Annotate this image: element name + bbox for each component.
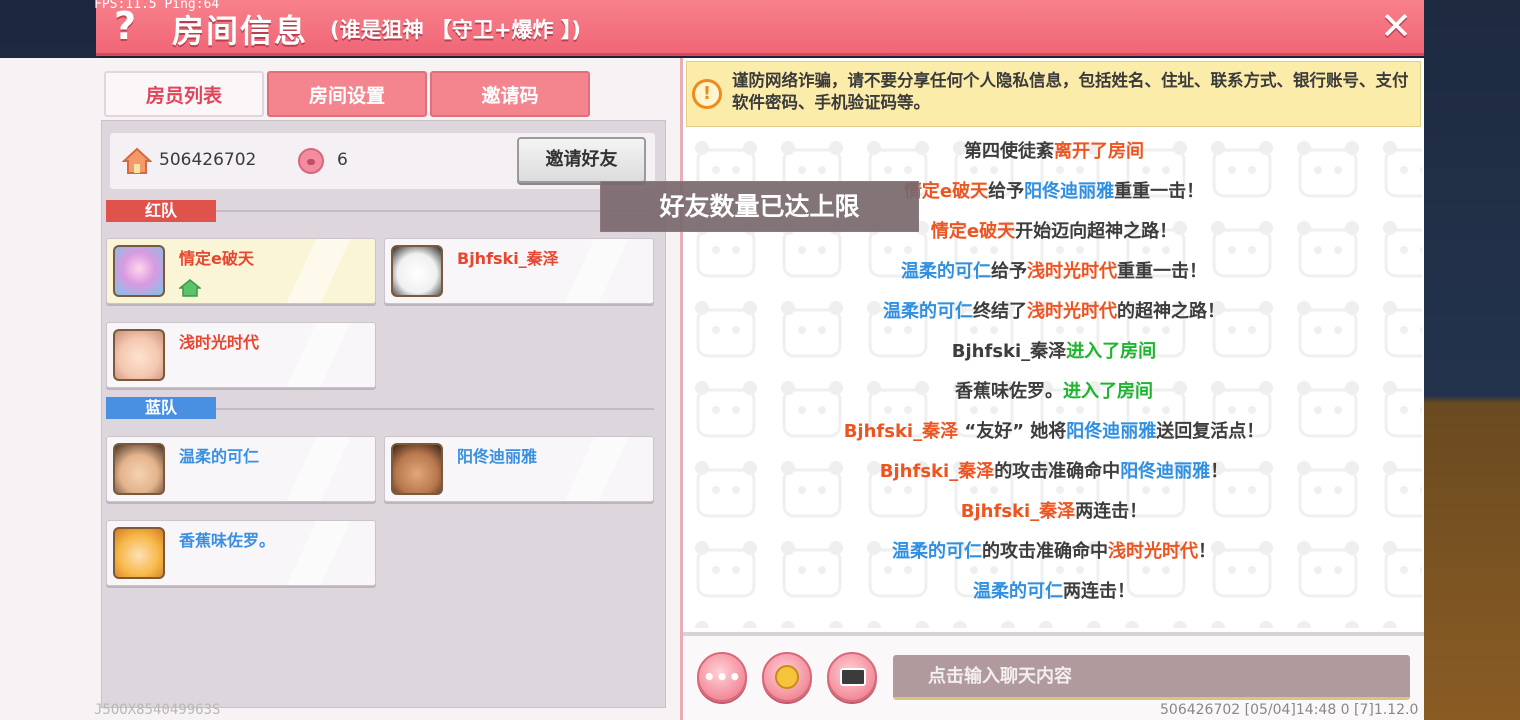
chat-message-segment: 情定e破天 xyxy=(930,221,1016,242)
chat-message-segment: 阳佟迪丽雅 xyxy=(1120,461,1211,482)
tab-invite-code[interactable]: 邀请码 xyxy=(430,71,590,117)
player-card[interactable]: 阳佟迪丽雅 xyxy=(384,436,654,502)
chat-message-segment: 进入了房间 xyxy=(1063,381,1153,402)
chat-message-segment: 温柔的可仁 xyxy=(883,301,973,322)
emoji-icon xyxy=(775,665,799,689)
warning-icon: ! xyxy=(692,79,722,109)
avatar xyxy=(391,245,443,297)
player-name: 阳佟迪丽雅 xyxy=(457,447,538,466)
player-card[interactable]: 情定e破天 xyxy=(106,238,376,304)
close-icon[interactable]: ✕ xyxy=(1378,6,1414,46)
blue-team-divider xyxy=(216,408,654,410)
room-id: 506426702 xyxy=(159,150,257,170)
chat-message-segment: ！ xyxy=(1198,541,1216,562)
invite-friend-button[interactable]: 邀请好友 xyxy=(517,137,646,183)
avatar xyxy=(113,245,165,297)
room-name: (谁是狙神 【守卫+爆炸 】) xyxy=(330,18,581,42)
player-card[interactable]: Bjhfski_秦泽 xyxy=(384,238,654,304)
pig-icon xyxy=(298,148,324,174)
emoji-button[interactable] xyxy=(762,652,812,702)
player-name: 香蕉味佐罗。 xyxy=(179,531,276,550)
fps-readout: FPS:11.5 Ping:64 xyxy=(94,0,220,12)
chat-message-segment: Bjhfski_秦泽 xyxy=(960,501,1076,522)
chat-message-segment: 的攻击准确命中 xyxy=(994,461,1121,482)
chat-message-segment: 阳佟迪丽雅 xyxy=(1024,181,1115,202)
player-name: 浅时光时代 xyxy=(179,333,260,352)
chat-message-segment: ！ xyxy=(1210,461,1229,482)
player-count: 6 xyxy=(337,150,348,170)
chat-message: 第四使徒紊离开了房间 xyxy=(686,137,1422,163)
chat-message-segment: Bjhfski_秦泽 xyxy=(879,461,995,482)
avatar xyxy=(113,329,165,381)
chat-message-segment: Bjhfski_秦泽 xyxy=(843,421,959,442)
status-footer: 506426702 [05/04]14:48 0 [7]1.12.0 xyxy=(1160,702,1419,718)
chat-message-segment: 第四使徒紊 xyxy=(964,141,1054,162)
chat-message: 温柔的可仁给予浅时光时代重重一击！ xyxy=(686,257,1422,283)
host-house-icon xyxy=(179,279,201,297)
tab-member-list[interactable]: 房员列表 xyxy=(104,71,264,117)
chat-message: Bjhfski_秦泽进入了房间 xyxy=(686,337,1422,363)
more-dots-icon: ••• xyxy=(702,665,742,689)
chat-message-segment: 给予 xyxy=(991,261,1027,282)
chat-message-segment: 的超神之路！ xyxy=(1117,301,1225,322)
chat-message: 香蕉味佐罗。进入了房间 xyxy=(686,377,1422,403)
chat-message-segment: 温柔的可仁 xyxy=(973,581,1063,602)
player-name: Bjhfski_秦泽 xyxy=(457,249,559,268)
help-icon[interactable]: ? xyxy=(108,6,142,46)
avatar xyxy=(113,527,165,579)
more-button[interactable]: ••• xyxy=(697,652,747,702)
avatar xyxy=(113,443,165,495)
chat-message-segment: 重重一击！ xyxy=(1117,261,1207,282)
chat-input[interactable]: 点击输入聊天内容 xyxy=(893,655,1410,700)
player-card[interactable]: 温柔的可仁 xyxy=(106,436,376,502)
player-card[interactable]: 浅时光时代 xyxy=(106,322,376,388)
keyboard-button[interactable] xyxy=(827,652,877,702)
chat-message-segment: 浅时光时代 xyxy=(1027,261,1117,282)
chat-message-segment: 的攻击准确命中 xyxy=(982,541,1108,562)
chat-message: 温柔的可仁两连击！ xyxy=(686,577,1422,603)
game-background-right xyxy=(1424,0,1520,720)
build-code: J5OOX854049963S xyxy=(94,702,221,718)
red-team-divider xyxy=(216,210,654,212)
chat-message-segment: 香蕉味佐罗。 xyxy=(955,381,1063,402)
chat-message-segment: “友好” 她将 xyxy=(958,421,1067,442)
avatar xyxy=(391,443,443,495)
chat-message-segment: 给予 xyxy=(988,181,1025,202)
chat-message-segment: 温柔的可仁 xyxy=(901,261,991,282)
chat-message: Bjhfski_秦泽 “友好” 她将阳佟迪丽雅送回复活点！ xyxy=(686,417,1422,443)
house-icon xyxy=(122,147,152,174)
chat-message-segment: 浅时光时代 xyxy=(1108,541,1198,562)
chat-message-segment: 进入了房间 xyxy=(1066,341,1157,362)
chat-message-segment: Bjhfski_秦泽 xyxy=(951,341,1067,362)
chat-message: 温柔的可仁终结了浅时光时代的超神之路！ xyxy=(686,297,1422,323)
chat-message-segment: 两连击！ xyxy=(1075,501,1148,522)
chat-message-segment: 离开了房间 xyxy=(1054,141,1144,162)
chat-message: Bjhfski_秦泽两连击！ xyxy=(686,497,1422,523)
tab-room-settings[interactable]: 房间设置 xyxy=(267,71,427,117)
chat-message-segment: 送回复活点！ xyxy=(1156,421,1265,442)
warning-text: 谨防网络诈骗，请不要分享任何个人隐私信息，包括姓名、住址、联系方式、银行账号、支… xyxy=(732,71,1409,112)
chat-message-segment: 浅时光时代 xyxy=(1027,301,1117,322)
chat-message: Bjhfski_秦泽的攻击准确命中阳佟迪丽雅！ xyxy=(686,457,1422,483)
chat-message-segment: 阳佟迪丽雅 xyxy=(1066,421,1157,442)
red-team-label: 红队 xyxy=(106,200,216,222)
chat-message-segment: 开始迈向超神之路！ xyxy=(1015,221,1178,242)
chat-message: 温柔的可仁的攻击准确命中浅时光时代！ xyxy=(686,537,1422,563)
chat-message-segment: 重重一击！ xyxy=(1114,181,1205,202)
chat-message-segment: 温柔的可仁 xyxy=(892,541,982,562)
dialog-title: 房间信息 xyxy=(172,12,309,50)
toast-message: 好友数量已达上限 xyxy=(600,181,919,232)
player-name: 温柔的可仁 xyxy=(179,447,260,466)
chat-message-segment: 终结了 xyxy=(973,301,1027,322)
blue-team-label: 蓝队 xyxy=(106,397,216,419)
player-name: 情定e破天 xyxy=(179,249,254,268)
chat-message-segment: 两连击！ xyxy=(1063,581,1135,602)
keyboard-icon xyxy=(840,668,866,686)
player-card[interactable]: 香蕉味佐罗。 xyxy=(106,520,376,586)
